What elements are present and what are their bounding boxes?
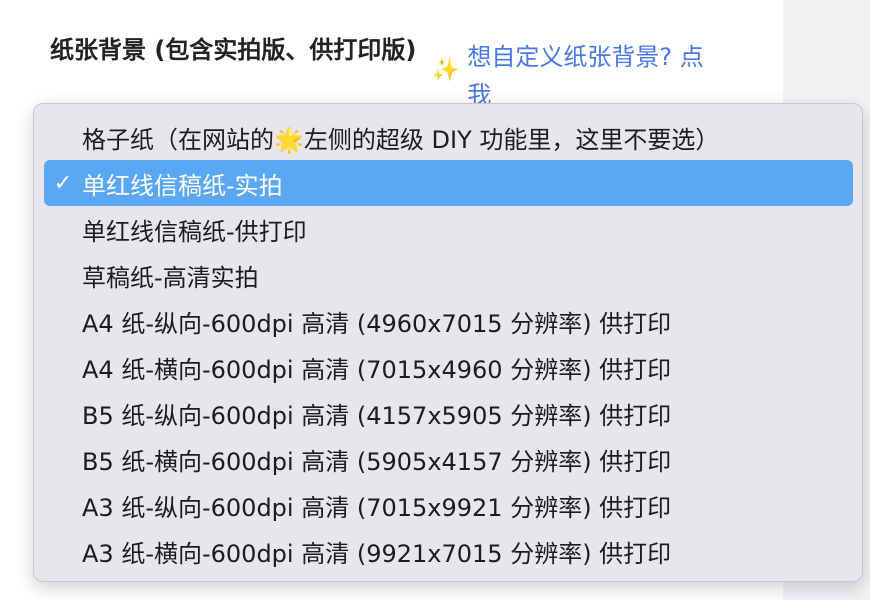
option-a3-landscape[interactable]: A3 纸-横向-600dpi 高清 (9921x7015 分辨率) 供打印 <box>44 528 853 574</box>
option-label: A4 纸-横向-600dpi 高清 (7015x4960 分辨率) 供打印 <box>82 355 672 384</box>
option-a3-portrait[interactable]: A3 纸-纵向-600dpi 高清 (7015x9921 分辨率) 供打印 <box>44 482 853 528</box>
option-b5-portrait[interactable]: B5 纸-纵向-600dpi 高清 (4157x5905 分辨率) 供打印 <box>44 390 853 436</box>
option-label: 格子纸（在网站的🌟左侧的超级 DIY 功能里，这里不要选） <box>82 120 719 155</box>
sparkles-icon: ✨ <box>432 58 460 83</box>
option-label: A3 纸-横向-600dpi 高清 (9921x7015 分辨率) 供打印 <box>82 539 672 568</box>
option-a4-portrait[interactable]: A4 纸-纵向-600dpi 高清 (4960x7015 分辨率) 供打印 <box>44 298 853 344</box>
page: 纸张背景 (包含实拍版、供打印版) ✨ 想自定义纸张背景? 点我 格子纸（在网站… <box>0 0 870 600</box>
option-red-line-letter-photo[interactable]: ✓ 单红线信稿纸-实拍 <box>44 160 853 206</box>
option-draft-paper-photo[interactable]: 草稿纸-高清实拍 <box>44 252 853 298</box>
option-label: 草稿纸-高清实拍 <box>82 263 259 292</box>
option-red-line-letter-print[interactable]: 单红线信稿纸-供打印 <box>44 206 853 252</box>
paper-background-label: 纸张背景 (包含实拍版、供打印版) <box>50 36 417 64</box>
option-label: 单红线信稿纸-实拍 <box>82 171 283 200</box>
option-label: B5 纸-纵向-600dpi 高清 (4157x5905 分辨率) 供打印 <box>82 401 672 430</box>
paper-background-dropdown[interactable]: 格子纸（在网站的🌟左侧的超级 DIY 功能里，这里不要选） ✓ 单红线信稿纸-实… <box>33 103 863 582</box>
option-label: A3 纸-纵向-600dpi 高清 (7015x9921 分辨率) 供打印 <box>82 493 672 522</box>
check-mark-icon: ✓ <box>53 170 73 196</box>
option-label-before: 格子纸（在网站的 <box>82 125 274 154</box>
star-icon: 🌟 <box>274 125 304 154</box>
option-a4-landscape[interactable]: A4 纸-横向-600dpi 高清 (7015x4960 分辨率) 供打印 <box>44 344 853 390</box>
option-label: A4 纸-纵向-600dpi 高清 (4960x7015 分辨率) 供打印 <box>82 309 672 338</box>
option-b5-landscape[interactable]: B5 纸-横向-600dpi 高清 (5905x4157 分辨率) 供打印 <box>44 436 853 482</box>
option-label: 单红线信稿纸-供打印 <box>82 217 307 246</box>
option-grid-paper[interactable]: 格子纸（在网站的🌟左侧的超级 DIY 功能里，这里不要选） <box>44 114 853 160</box>
option-label-after: 左侧的超级 DIY 功能里，这里不要选） <box>303 125 720 154</box>
option-label: B5 纸-横向-600dpi 高清 (5905x4157 分辨率) 供打印 <box>82 447 672 476</box>
